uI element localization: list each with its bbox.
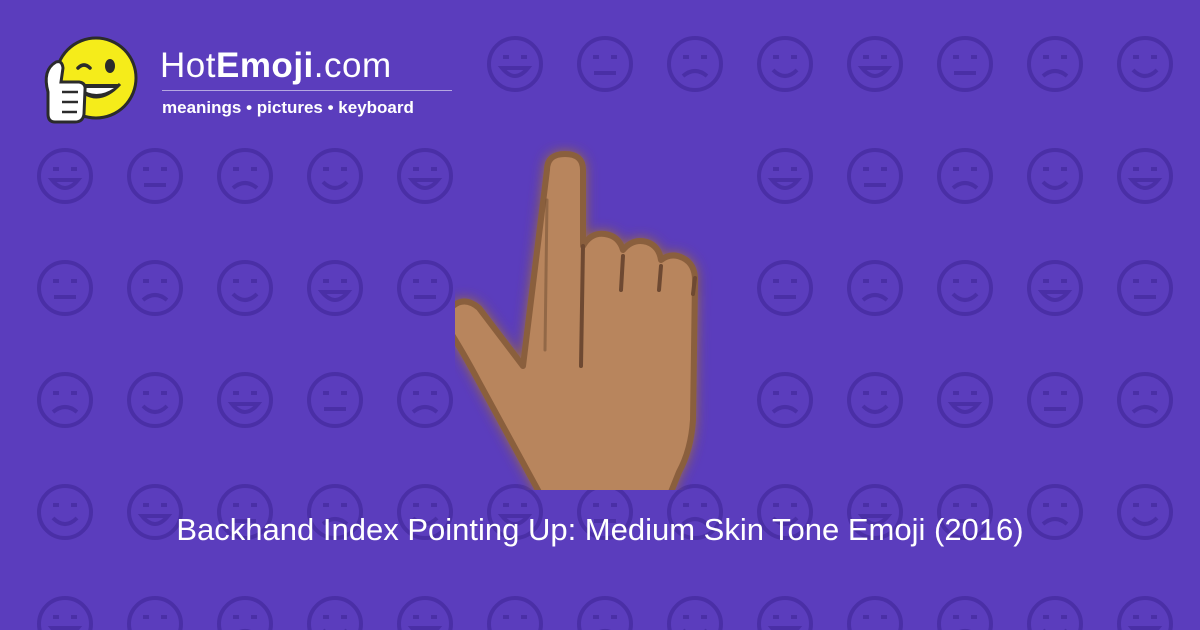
- background-emoji-mouth: [231, 292, 259, 302]
- background-emoji-face-icon: [847, 596, 903, 630]
- background-emoji-mouth: [231, 181, 259, 190]
- emoji-caption: Backhand Index Pointing Up: Medium Skin …: [176, 512, 1024, 547]
- background-emoji-face-icon: [217, 596, 273, 630]
- background-emoji-face-icon: [937, 372, 993, 428]
- backhand-index-pointing-up-medium-skin-tone-icon: [455, 151, 698, 490]
- background-emoji-face-icon: [667, 596, 723, 630]
- background-emoji-face-icon: [127, 372, 183, 428]
- site-logo[interactable]: HotEmoji.com meanings • pictures • keybo…: [38, 32, 468, 132]
- background-emoji-face-icon: [937, 36, 993, 92]
- background-emoji-mouth: [1131, 68, 1159, 78]
- background-emoji-face-icon: [127, 596, 183, 630]
- background-emoji-mouth: [227, 402, 263, 414]
- background-emoji-mouth: [951, 292, 979, 302]
- background-emoji-mouth: [861, 404, 889, 414]
- background-emoji-face-icon: [397, 596, 453, 630]
- background-emoji-mouth: [861, 293, 889, 302]
- winking-thumbs-up-mascot-icon: [44, 36, 138, 124]
- background-emoji-mouth: [497, 66, 533, 78]
- background-emoji-face-icon: [577, 36, 633, 92]
- background-emoji-face-icon: [1027, 260, 1083, 316]
- background-emoji-face-icon: [1117, 372, 1173, 428]
- background-emoji-face-icon: [307, 372, 363, 428]
- background-emoji-face-icon: [937, 596, 993, 630]
- logo-wordmark: HotEmoji.com: [160, 46, 392, 85]
- background-emoji-face-icon: [217, 148, 273, 204]
- background-emoji-face-icon: [847, 260, 903, 316]
- background-emoji-face-icon: [847, 148, 903, 204]
- background-emoji-mouth: [407, 178, 443, 190]
- background-emoji-face-icon: [397, 148, 453, 204]
- background-emoji-face-icon: [37, 596, 93, 630]
- background-emoji-face-icon: [217, 260, 273, 316]
- background-emoji-mouth: [1131, 405, 1159, 414]
- background-emoji-face-icon: [1027, 36, 1083, 92]
- background-emoji-mouth: [51, 405, 79, 414]
- background-emoji-face-icon: [307, 148, 363, 204]
- background-emoji-mouth: [947, 402, 983, 414]
- background-emoji-mouth: [771, 405, 799, 414]
- background-emoji-mouth: [1037, 290, 1073, 302]
- logo-divider: [162, 90, 452, 91]
- background-emoji-face-icon: [1117, 596, 1173, 630]
- background-emoji-mouth: [141, 404, 169, 414]
- background-emoji-face-icon: [1117, 148, 1173, 204]
- background-emoji-face-icon: [937, 148, 993, 204]
- background-emoji-face-icon: [307, 260, 363, 316]
- background-emoji-face-icon: [757, 148, 813, 204]
- background-emoji-mouth: [767, 178, 803, 190]
- background-emoji-face-icon: [757, 596, 813, 630]
- background-emoji-face-icon: [127, 148, 183, 204]
- background-emoji-face-icon: [487, 36, 543, 92]
- background-emoji-mouth: [1127, 178, 1163, 190]
- background-emoji-face-icon: [757, 372, 813, 428]
- background-emoji-face-icon: [757, 36, 813, 92]
- background-emoji-face-icon: [1027, 596, 1083, 630]
- background-emoji-mouth: [857, 66, 893, 78]
- background-emoji-mouth: [141, 293, 169, 302]
- logo-tagline: meanings • pictures • keyboard: [162, 98, 414, 117]
- background-emoji-face-icon: [37, 260, 93, 316]
- background-emoji-mouth: [1041, 180, 1069, 190]
- background-emoji-mouth: [1041, 69, 1069, 78]
- background-emoji-face-icon: [847, 372, 903, 428]
- background-emoji-face-icon: [847, 36, 903, 92]
- background-emoji-face-icon: [127, 260, 183, 316]
- background-emoji-mouth: [951, 181, 979, 190]
- background-emoji-face-icon: [397, 372, 453, 428]
- background-emoji-face-icon: [937, 260, 993, 316]
- background-emoji-mouth: [771, 68, 799, 78]
- background-emoji-face-icon: [1027, 148, 1083, 204]
- background-emoji-face-icon: [37, 148, 93, 204]
- background-emoji-mouth: [411, 405, 439, 414]
- background-emoji-face-icon: [307, 596, 363, 630]
- background-emoji-mouth: [317, 290, 353, 302]
- background-emoji-face-icon: [1027, 372, 1083, 428]
- background-emoji-face-icon: [487, 596, 543, 630]
- background-emoji-face-icon: [757, 260, 813, 316]
- background-emoji-mouth: [321, 180, 349, 190]
- background-emoji-mouth: [47, 178, 83, 190]
- background-emoji-face-icon: [577, 596, 633, 630]
- background-emoji-mouth: [681, 69, 709, 78]
- background-emoji-face-icon: [1117, 260, 1173, 316]
- background-emoji-face-icon: [397, 260, 453, 316]
- background-emoji-face-icon: [37, 372, 93, 428]
- background-emoji-face-icon: [667, 36, 723, 92]
- background-emoji-face-icon: [1117, 36, 1173, 92]
- background-emoji-face-icon: [217, 372, 273, 428]
